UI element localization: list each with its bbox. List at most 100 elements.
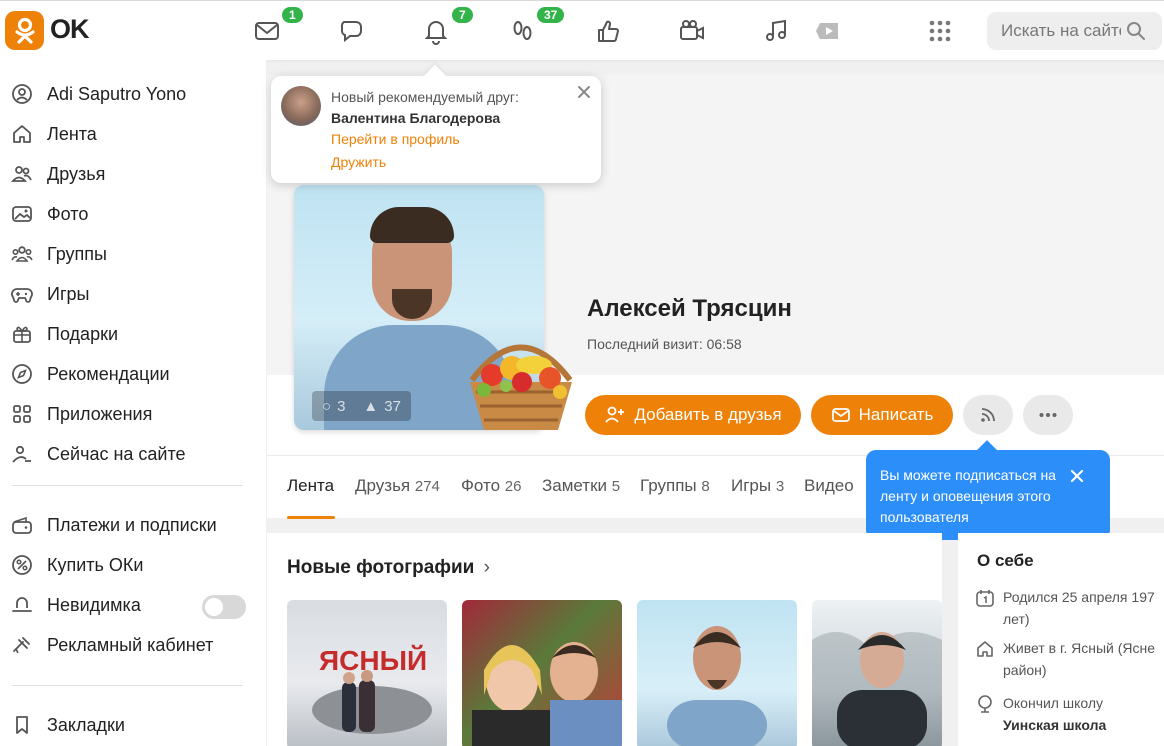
sidebar-item-label: Лента bbox=[47, 123, 97, 144]
sidebar-item-groups[interactable]: Группы bbox=[0, 234, 266, 274]
profile-name: Алексей Трясцин bbox=[587, 295, 792, 322]
photo-comments-count: 3 bbox=[337, 397, 346, 415]
apps-grid-icon[interactable] bbox=[922, 13, 958, 49]
add-friend-label: Добавить в друзья bbox=[634, 405, 782, 424]
tab-friends[interactable]: Друзья 274 bbox=[355, 476, 440, 496]
birthday-line-2: лет) bbox=[1003, 611, 1030, 627]
tab-groups[interactable]: Группы 8 bbox=[640, 476, 710, 496]
gamepad-icon bbox=[10, 282, 34, 306]
home-icon bbox=[10, 122, 34, 146]
calendar-icon bbox=[976, 590, 994, 607]
about-title: О себе bbox=[977, 551, 1034, 570]
tooltip-text: Вы можете подписаться на ленту и оповеще… bbox=[880, 467, 1056, 525]
tab-games[interactable]: Игры 3 bbox=[731, 476, 784, 496]
online-users-icon bbox=[10, 442, 34, 466]
sidebar-item-apps[interactable]: Приложения bbox=[0, 394, 266, 434]
photo-sign-image: ЯСНЫЙ bbox=[312, 644, 432, 734]
school-line-1: Окончил школу bbox=[1003, 695, 1104, 711]
top-bar: OK 1 7 37 bbox=[0, 0, 1164, 60]
sidebar-item-label: Группы bbox=[47, 243, 107, 264]
sidebar-item-label: Друзья bbox=[47, 163, 106, 184]
new-photos-title[interactable]: Новые фотографии › bbox=[287, 557, 490, 579]
sidebar-item-photo[interactable]: Фото bbox=[0, 194, 266, 234]
more-dots-icon bbox=[1039, 413, 1057, 417]
write-message-button[interactable]: Написать bbox=[811, 395, 953, 435]
active-tab-underline bbox=[287, 516, 335, 519]
sidebar-item-label: Adi Saputro Yono bbox=[47, 83, 187, 104]
envelope-icon bbox=[831, 408, 850, 422]
more-options-button[interactable] bbox=[1023, 395, 1073, 435]
search-box[interactable] bbox=[987, 12, 1162, 50]
sidebar-item-online-now[interactable]: Сейчас на сайте bbox=[0, 434, 266, 474]
friends-icon bbox=[10, 162, 34, 186]
sidebar-item-feed[interactable]: Лента bbox=[0, 114, 266, 154]
avatar-stats[interactable]: ○ 3 ▲ 37 bbox=[312, 391, 411, 421]
photo-thumbnail[interactable]: ЯСНЫЙ bbox=[287, 600, 447, 746]
discussions-icon[interactable] bbox=[334, 13, 370, 49]
ok-logo-icon[interactable] bbox=[5, 11, 44, 50]
write-message-label: Написать bbox=[858, 405, 934, 424]
photo-thumbnail[interactable] bbox=[462, 600, 622, 746]
sidebar-item-profile[interactable]: Adi Saputro Yono bbox=[0, 74, 266, 114]
close-icon[interactable] bbox=[1070, 469, 1084, 483]
avatar-hair bbox=[370, 207, 454, 243]
search-input[interactable] bbox=[1001, 21, 1121, 41]
sidebar-item-label: Фото bbox=[47, 203, 89, 224]
sidebar-item-label: Игры bbox=[47, 283, 90, 304]
school-line-2[interactable]: Уинская школа bbox=[1003, 714, 1106, 736]
wallet-icon bbox=[10, 513, 34, 537]
sidebar-item-label: Купить ОКи bbox=[47, 554, 144, 575]
like-icon: ▲ bbox=[363, 397, 379, 415]
fruit-basket-gift-icon[interactable] bbox=[462, 320, 580, 440]
video-play-icon[interactable] bbox=[810, 13, 846, 49]
guests-badge: 37 bbox=[535, 5, 567, 25]
add-friend-button[interactable]: Добавить в друзья bbox=[585, 395, 801, 435]
sidebar-item-friends[interactable]: Друзья bbox=[0, 154, 266, 194]
photo-thumbnail[interactable] bbox=[812, 600, 942, 746]
lives-row: Живет в г. Ясный (Ясне район) bbox=[975, 637, 1164, 681]
compass-icon bbox=[10, 362, 34, 386]
sidebar-item-buy-oks[interactable]: Купить ОКи bbox=[0, 545, 266, 585]
logo-text[interactable]: OK bbox=[50, 14, 89, 45]
sidebar-item-label: Закладки bbox=[47, 714, 125, 735]
search-icon[interactable] bbox=[1126, 21, 1146, 41]
sidebar-item-label: Платежи и подписки bbox=[47, 514, 217, 535]
photo-thumbnail[interactable] bbox=[637, 600, 797, 746]
tab-notes[interactable]: Заметки 5 bbox=[542, 476, 620, 496]
video-camera-icon[interactable] bbox=[674, 13, 710, 49]
groups-icon bbox=[10, 242, 34, 266]
photo-man-winter-image bbox=[812, 632, 942, 746]
sidebar-item-payments[interactable]: Платежи и подписки bbox=[0, 505, 266, 545]
comment-icon: ○ bbox=[322, 397, 332, 415]
sidebar-item-bookmarks[interactable]: Закладки bbox=[0, 705, 266, 745]
suggested-friend-avatar[interactable] bbox=[281, 86, 321, 126]
birthday-line-1: Родился 25 апреля 197 bbox=[1003, 589, 1155, 605]
sidebar-divider bbox=[12, 685, 243, 686]
svg-text:ЯСНЫЙ: ЯСНЫЙ bbox=[319, 644, 427, 676]
close-icon[interactable] bbox=[576, 84, 592, 100]
sidebar-item-gifts[interactable]: Подарки bbox=[0, 314, 266, 354]
invisible-toggle[interactable] bbox=[202, 595, 246, 619]
notifications-badge: 7 bbox=[450, 5, 475, 25]
subscribe-feed-button[interactable] bbox=[963, 395, 1013, 435]
apps-icon bbox=[10, 402, 34, 426]
tab-video[interactable]: Видео bbox=[804, 476, 854, 496]
sidebar-item-recommendations[interactable]: Рекомендации bbox=[0, 354, 266, 394]
sidebar: Adi Saputro Yono Лента Друзья Фото Групп… bbox=[0, 60, 266, 746]
events-like-icon[interactable] bbox=[590, 13, 626, 49]
sidebar-item-games[interactable]: Игры bbox=[0, 274, 266, 314]
notifications-icon[interactable] bbox=[418, 13, 454, 49]
sidebar-item-label: Рекомендации bbox=[47, 363, 170, 384]
go-to-profile-link[interactable]: Перейти в профиль bbox=[331, 131, 460, 147]
friend-suggestion-popup: Новый рекомендуемый друг: Валентина Благ… bbox=[271, 76, 601, 183]
suggested-friend-name[interactable]: Валентина Благодерова bbox=[331, 110, 500, 126]
photo-likes-count: 37 bbox=[384, 397, 401, 415]
add-friend-link[interactable]: Дружить bbox=[331, 154, 386, 170]
tab-photos[interactable]: Фото 26 bbox=[461, 476, 521, 496]
sidebar-item-ads-cabinet[interactable]: Рекламный кабинет bbox=[0, 625, 266, 665]
subscribe-tooltip: Вы можете подписаться на ленту и оповеще… bbox=[866, 450, 1110, 540]
new-photos-section: Новые фотографии › ЯСНЫЙ bbox=[267, 533, 942, 746]
tab-feed[interactable]: Лента bbox=[287, 476, 334, 496]
music-note-icon[interactable] bbox=[759, 13, 795, 49]
school-row: Окончил школу Уинская школа bbox=[975, 692, 1164, 736]
